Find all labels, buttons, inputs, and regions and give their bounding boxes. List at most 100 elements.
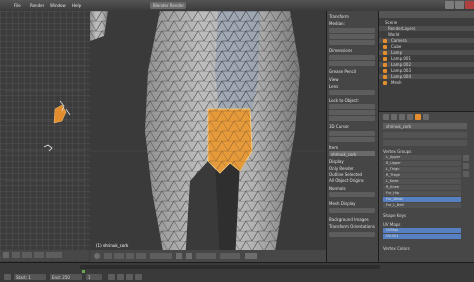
vertex-group-row[interactable]: R_Upper [383, 161, 461, 166]
vertex-group-row[interactable]: L_Upper [383, 155, 461, 160]
all-origins-checkbox[interactable]: All Object Origins [329, 178, 375, 183]
menu-help[interactable]: Help [72, 3, 81, 8]
3d-viewport[interactable]: (1) shrinuk_cork [90, 11, 326, 262]
close-icon[interactable] [465, 1, 474, 9]
snap-icon[interactable] [245, 253, 257, 259]
vertex-group-row[interactable]: Fur_L_Belt [383, 203, 461, 208]
mesh-button[interactable] [136, 253, 146, 259]
timeline-editor-icon[interactable] [4, 274, 11, 280]
select-menu-button[interactable] [22, 252, 32, 258]
outliner-row[interactable]: Cube [379, 44, 474, 49]
transform-header[interactable]: Transform [329, 14, 375, 19]
outline-selected-checkbox[interactable]: Outline Selected [329, 172, 375, 177]
editor-type-3d-icon[interactable] [94, 253, 100, 259]
menu-file[interactable]: File [14, 3, 21, 8]
add-button[interactable] [126, 253, 134, 259]
mesh-display-field[interactable] [329, 208, 375, 213]
menu-window[interactable]: Window [50, 3, 66, 8]
cursor-header[interactable]: 3D Cursor [329, 124, 375, 129]
maximize-icon[interactable] [455, 1, 464, 9]
location-z-field[interactable] [329, 40, 375, 45]
outliner-row[interactable]: Mesh [379, 80, 474, 85]
grease-pencil-header[interactable]: Grease Pencil [329, 69, 375, 74]
view-header[interactable]: View [329, 77, 375, 82]
current-frame-field[interactable]: 1 [86, 274, 102, 280]
orientation-field[interactable] [329, 232, 375, 237]
vertex-groups-header[interactable]: Vertex Groups [383, 149, 411, 154]
transform-orientations-header[interactable]: Transform Orientations [329, 224, 375, 229]
play-reverse-icon[interactable] [117, 274, 124, 280]
item-header[interactable]: Item [329, 145, 375, 150]
display-header[interactable]: Display [329, 159, 375, 164]
outliner-row[interactable]: Lamp.001 [379, 56, 474, 61]
uv-editor-viewport[interactable] [0, 11, 91, 262]
layer-buttons[interactable] [220, 253, 240, 259]
vertex-group-row[interactable]: R_Knee [383, 185, 461, 190]
add-group-icon[interactable] [463, 155, 469, 161]
data-tab-icon[interactable] [415, 114, 421, 120]
outliner-row[interactable]: RenderLayers [379, 26, 474, 31]
jump-start-icon[interactable] [108, 274, 115, 280]
lock-object-field[interactable] [329, 104, 375, 109]
uvs-menu-button[interactable] [46, 252, 62, 258]
material-tab-icon[interactable] [423, 114, 429, 120]
shading-icon[interactable] [176, 253, 182, 259]
vertex-group-row[interactable]: L_Knee [383, 179, 461, 184]
timeline-ruler[interactable] [80, 265, 380, 269]
vertex-group-row[interactable]: R_Thigh [383, 173, 461, 178]
outliner-row[interactable]: Lamp.003 [379, 68, 474, 73]
view-button[interactable] [104, 253, 112, 259]
pivot-icon[interactable] [186, 253, 192, 259]
vertex-group-row-selected[interactable]: Fur_Waist [383, 197, 461, 202]
only-render-checkbox[interactable]: Only Render [329, 166, 375, 171]
manipulator-buttons[interactable] [196, 253, 216, 259]
scene-tab-icon[interactable] [391, 114, 397, 120]
jump-end-icon[interactable] [135, 274, 142, 280]
dimension-y-field[interactable] [329, 61, 375, 66]
uv-maps-header[interactable]: UV Maps [383, 222, 400, 227]
menu-render[interactable]: Render [30, 3, 44, 8]
location-x-field[interactable] [329, 28, 375, 33]
outliner-row[interactable]: Camera [379, 38, 474, 43]
outliner-row[interactable]: World [379, 32, 474, 37]
background-images-header[interactable]: Background Images [329, 217, 375, 222]
current-frame-marker[interactable] [82, 270, 85, 273]
play-icon[interactable] [126, 274, 133, 280]
normals-size-field[interactable] [329, 192, 375, 197]
outliner-row[interactable]: Lamp.002 [379, 62, 474, 67]
outliner-row[interactable]: Scene [379, 20, 474, 25]
view-menu-button[interactable] [12, 252, 20, 258]
clip-start-field[interactable] [329, 110, 375, 115]
location-y-field[interactable] [329, 34, 375, 39]
outliner-row[interactable]: Lamp [379, 50, 474, 55]
object-tab-icon[interactable] [407, 114, 413, 120]
lens-field[interactable] [329, 90, 375, 95]
image-menu-button[interactable] [34, 252, 44, 258]
editor-type-icon[interactable] [3, 252, 9, 258]
uv-map-row[interactable]: UV.001 [383, 234, 461, 239]
group-specials-icon[interactable] [463, 171, 469, 177]
cursor-x-field[interactable] [329, 131, 375, 136]
start-frame-field[interactable]: Start: 1 [14, 274, 46, 280]
shape-keys-header[interactable]: Shape Keys [383, 213, 406, 218]
object-name-field[interactable]: shrinuk_cork [383, 123, 467, 129]
vertex-colors-header[interactable]: Vertex Colors [383, 246, 410, 251]
uv-map-row-selected[interactable]: UVMap [383, 228, 461, 233]
item-name-field[interactable]: shrinuk_cork [329, 151, 375, 157]
dimension-x-field[interactable] [329, 55, 375, 60]
outliner-row[interactable]: Lamp.004 [379, 74, 474, 79]
end-frame-field[interactable]: End: 250 [50, 274, 82, 280]
mesh-display-header[interactable]: Mesh Display [329, 201, 375, 206]
texture-space-panel[interactable] [383, 140, 467, 146]
vertex-group-row[interactable]: Fur_Hip [383, 191, 461, 196]
remove-group-icon[interactable] [463, 163, 469, 169]
cursor-y-field[interactable] [329, 137, 375, 142]
render-tab-icon[interactable] [383, 114, 389, 120]
render-engine-select[interactable]: Blender Render [150, 2, 186, 9]
minimize-icon[interactable] [445, 1, 454, 9]
vertex-group-row[interactable]: L_Thigh [383, 167, 461, 172]
clip-end-field[interactable] [329, 116, 375, 121]
normals-panel[interactable] [383, 132, 467, 138]
select-button[interactable] [114, 253, 124, 259]
mode-select[interactable] [150, 253, 172, 259]
